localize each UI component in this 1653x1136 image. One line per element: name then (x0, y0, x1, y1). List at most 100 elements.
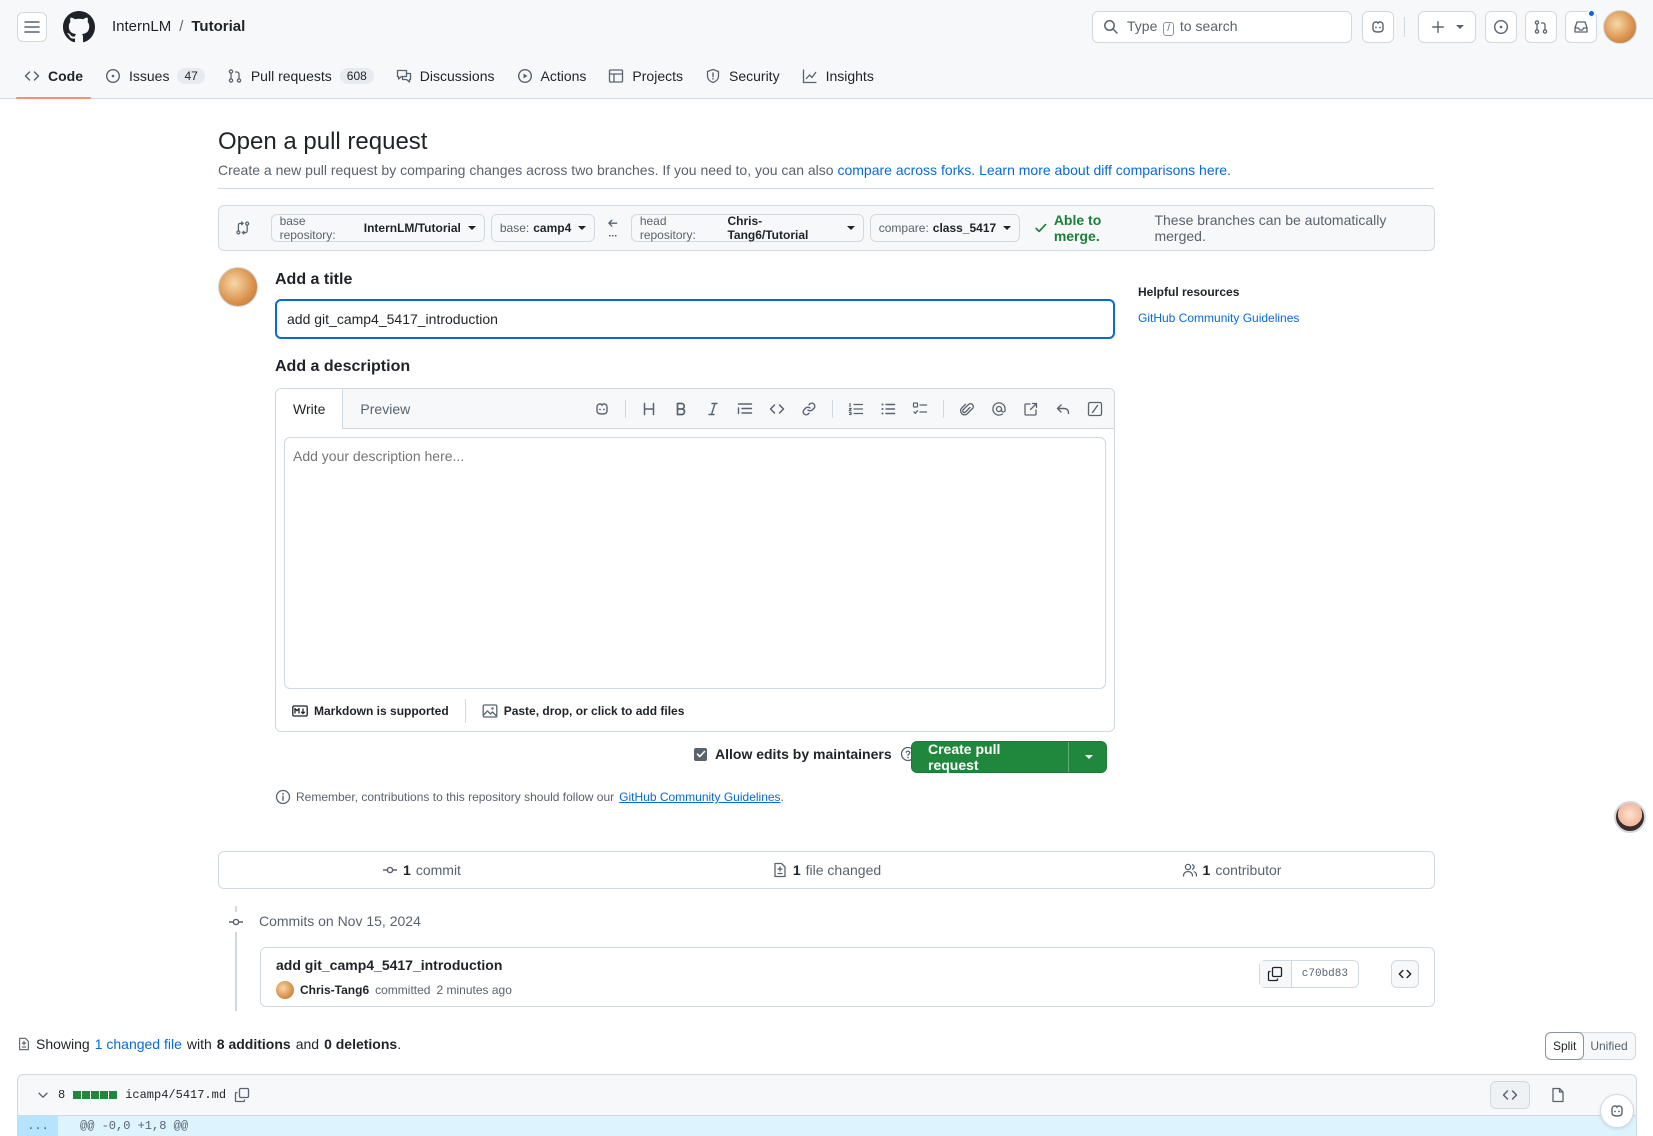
tab-actions[interactable]: Actions (509, 60, 595, 92)
pull-requests-button[interactable] (1525, 11, 1557, 43)
attach-files-button[interactable]: Paste, drop, or click to add files (466, 695, 701, 727)
page-title: Open a pull request (218, 128, 428, 155)
slash-command-icon[interactable] (1086, 400, 1104, 418)
repo-nav: Code Issues 47 Pull requests 608 Discuss… (16, 60, 882, 99)
allow-edits-checkbox[interactable]: Allow edits by maintainers (694, 746, 916, 762)
unified-view-button[interactable]: Unified (1583, 1033, 1634, 1059)
community-guidelines-sidebar-link[interactable]: GitHub Community Guidelines (1138, 311, 1299, 325)
chevron-down-icon (578, 226, 587, 230)
repo-link[interactable]: Tutorial (191, 18, 245, 35)
tab-pull-requests[interactable]: Pull requests 608 (219, 60, 382, 92)
paperclip-icon[interactable] (958, 400, 976, 418)
base-repository-select[interactable]: base repository: InternLM/Tutorial (270, 214, 485, 242)
search-input[interactable]: Type / to search (1092, 11, 1352, 43)
markdown-note: Markdown is supported (314, 704, 449, 718)
contributors-stat[interactable]: 1 contributor (1029, 862, 1434, 878)
arrow-left-icon (608, 219, 618, 237)
compare-forks-link[interactable]: compare across forks. (837, 162, 975, 178)
learn-more-link[interactable]: Learn more about diff comparisons here. (979, 162, 1231, 178)
owner-link[interactable]: InternLM (112, 18, 171, 35)
user-avatar[interactable] (1603, 10, 1637, 44)
source-view-button[interactable] (1490, 1081, 1530, 1109)
ordered-list-icon[interactable] (847, 400, 865, 418)
tasklist-icon[interactable] (911, 400, 929, 418)
reply-icon[interactable] (1054, 400, 1072, 418)
head-repository-label: head repository: (639, 214, 696, 242)
editor-header: Write Preview (276, 389, 1114, 429)
compare-branch-select[interactable]: compare: class_5417 (869, 214, 1021, 242)
changed-file-link[interactable]: 1 changed file (95, 1036, 182, 1052)
check-icon (1035, 223, 1047, 233)
code-icon[interactable] (768, 400, 786, 418)
commit-author-avatar[interactable] (276, 981, 294, 999)
git-pull-request-icon (228, 69, 242, 83)
copilot-button[interactable] (1362, 11, 1394, 43)
tab-preview[interactable]: Preview (343, 389, 427, 428)
hunk-header-text: @@ -0,0 +1,8 @@ (80, 1119, 189, 1133)
commit-author[interactable]: Chris-Tang6 (300, 983, 369, 997)
rich-view-button[interactable] (1538, 1081, 1578, 1109)
heading-icon[interactable] (640, 400, 658, 418)
tab-projects[interactable]: Projects (600, 60, 691, 92)
app-header: InternLM / Tutorial Type / to search Cod… (0, 0, 1653, 99)
create-options-dropdown[interactable] (1068, 742, 1106, 772)
create-new-button[interactable] (1418, 11, 1476, 43)
commit-message-link[interactable]: add git_camp4_5417_introduction (276, 957, 502, 973)
merge-status-label: Able to merge. (1053, 212, 1102, 244)
title-input[interactable] (275, 299, 1115, 339)
commits-stat[interactable]: 1 commit (219, 862, 624, 878)
unordered-list-icon[interactable] (879, 400, 897, 418)
mention-icon[interactable] (990, 400, 1008, 418)
git-commit-icon (228, 912, 244, 932)
tab-security[interactable]: Security (697, 60, 788, 92)
copy-icon[interactable] (234, 1087, 250, 1103)
commit-sha-link[interactable]: c70bd83 (1292, 961, 1358, 987)
file-path-link[interactable]: icamp4/5417.md (125, 1088, 226, 1102)
quote-icon[interactable] (736, 400, 754, 418)
chevron-down-icon[interactable] (36, 1088, 50, 1102)
community-guidelines-link[interactable]: GitHub Community Guidelines (619, 790, 780, 804)
shield-icon (706, 68, 720, 84)
expand-hunk-button[interactable]: ... (18, 1116, 58, 1136)
tab-write[interactable]: Write (276, 389, 344, 429)
header-divider (1404, 17, 1405, 37)
description-textarea[interactable] (284, 437, 1106, 689)
diff-hunk-header: ... @@ -0,0 +1,8 @@ (17, 1116, 1637, 1136)
contribution-reminder: Remember, contributions to this reposito… (275, 789, 784, 805)
github-logo-icon[interactable] (63, 11, 95, 43)
tab-issues[interactable]: Issues 47 (97, 60, 213, 92)
issues-counter: 47 (177, 68, 205, 84)
link-icon[interactable] (800, 400, 818, 418)
copy-sha-button[interactable] (1259, 961, 1292, 987)
head-repository-select[interactable]: head repository: Chris-Tang6/Tutorial (630, 214, 864, 242)
files-stat[interactable]: 1 file changed (624, 862, 1029, 878)
issues-button[interactable] (1485, 11, 1517, 43)
cross-reference-icon[interactable] (1022, 400, 1040, 418)
with-text: with (186, 1036, 212, 1052)
tab-insights[interactable]: Insights (794, 60, 882, 92)
description-editor: Write Preview Markdown is support (275, 388, 1115, 732)
markdown-supported-link[interactable]: Markdown is supported (276, 695, 465, 727)
create-pull-request-button[interactable]: Create pull request (911, 741, 1107, 773)
bold-icon[interactable] (672, 400, 690, 418)
browse-repo-at-commit-button[interactable] (1391, 960, 1419, 988)
diffstat-bar (73, 1091, 118, 1099)
copilot-icon[interactable] (593, 400, 611, 418)
italic-icon[interactable] (704, 400, 722, 418)
git-compare-icon (236, 221, 250, 235)
tab-label: Code (48, 68, 83, 84)
base-branch-select[interactable]: base: camp4 (490, 214, 596, 242)
tab-label: Insights (825, 68, 874, 84)
tab-discussions[interactable]: Discussions (388, 60, 503, 92)
assistant-avatar-button[interactable] (1614, 801, 1646, 833)
inbox-icon (1574, 21, 1588, 33)
tab-code[interactable]: Code (16, 60, 91, 99)
base-branch-label: base: (499, 221, 530, 235)
copilot-chat-button[interactable] (1600, 1094, 1634, 1128)
menu-button[interactable] (17, 12, 47, 42)
issue-opened-icon (1493, 19, 1509, 35)
checkbox-checked-icon[interactable] (694, 747, 707, 761)
commit-sha-group: c70bd83 (1258, 960, 1359, 988)
split-view-button[interactable]: Split (1545, 1032, 1585, 1060)
reminder-text: Remember, contributions to this reposito… (296, 790, 615, 804)
